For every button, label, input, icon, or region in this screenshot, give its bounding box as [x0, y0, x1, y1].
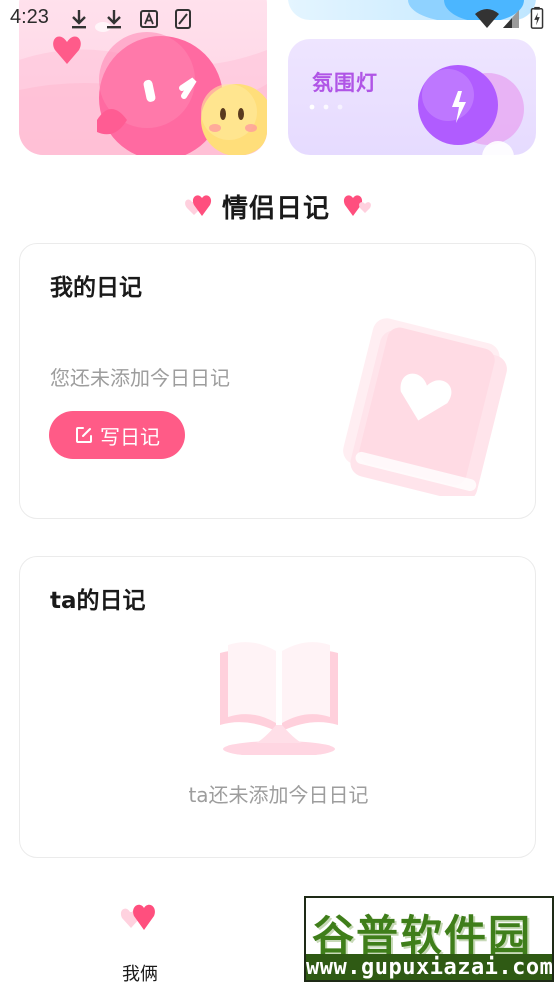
hearts-icon — [120, 904, 155, 930]
battery-icon — [530, 6, 544, 29]
my-diary-card: 我的日记 您还未添加今日日记 写日记 — [19, 243, 536, 519]
section-title: 情侣日记 — [222, 194, 331, 224]
tab-us-label: 我俩 — [122, 964, 158, 984]
book-heart-illustration — [343, 318, 507, 496]
signal-icon — [503, 10, 519, 28]
watermark-logo: 谷普软件园 www.gupuxiazai.com — [304, 896, 554, 982]
my-diary-empty-text: 您还未添加今日日记 — [50, 366, 230, 390]
tab-us[interactable]: 我俩 — [90, 898, 190, 984]
my-diary-title: 我的日记 — [50, 275, 142, 301]
heart-icon — [343, 195, 371, 216]
section-header: 情侣日记 — [0, 186, 554, 226]
wifi-icon — [475, 9, 499, 28]
ta-diary-title: ta的日记 — [50, 588, 146, 614]
heart-icon — [185, 195, 212, 216]
write-diary-label: 写日记 — [100, 426, 160, 449]
download-icon — [107, 10, 121, 29]
ta-diary-card: ta的日记 ta还未添加今日日记 — [19, 556, 536, 858]
lightning-icon — [452, 91, 466, 123]
screenshot-icon — [175, 9, 191, 29]
mood-light-illustration — [309, 65, 524, 155]
open-book-illustration — [220, 642, 338, 755]
ta-diary-empty-text: ta还未添加今日日记 — [188, 783, 369, 807]
status-bar: 4:23 — [0, 0, 554, 38]
mood-light-card[interactable]: 氛围灯 — [288, 39, 536, 155]
status-time: 4:23 — [10, 6, 49, 28]
watermark-url: www.gupuxiazai.com — [306, 954, 554, 980]
download-icon — [72, 10, 86, 29]
font-a-icon — [140, 10, 158, 28]
edit-icon — [76, 427, 92, 443]
write-diary-button[interactable]: 写日记 — [49, 411, 185, 459]
